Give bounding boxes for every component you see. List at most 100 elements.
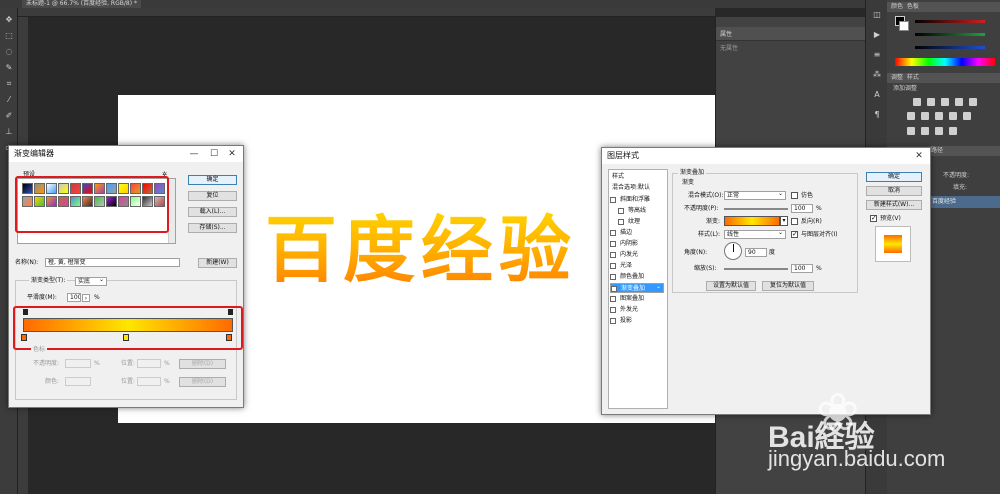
smoothness-arrow-icon[interactable]: › <box>82 294 90 302</box>
adjustments-panel-tabs[interactable]: 调整 样式 <box>887 73 1000 83</box>
save-button[interactable]: 存储(S)... <box>188 223 237 233</box>
paragraph-icon[interactable]: ¶ <box>871 110 883 120</box>
style-list-item[interactable]: 纹理 <box>610 217 664 227</box>
style-checkbox[interactable] <box>610 296 616 302</box>
style-checkbox[interactable] <box>610 263 616 269</box>
load-button[interactable]: 载入(L)... <box>188 207 237 217</box>
gradient-style-select[interactable]: 线性 <box>724 229 786 239</box>
style-checkbox[interactable] <box>610 274 616 280</box>
photo-filter-icon[interactable] <box>949 112 957 120</box>
layer-style-ok-button[interactable]: 确定 <box>866 172 922 182</box>
brush-tool-icon[interactable]: ✐ <box>4 112 14 120</box>
dither-checkbox[interactable] <box>791 192 798 199</box>
color-panel-tabs[interactable]: 颜色 色板 <box>887 2 1000 12</box>
style-checkbox[interactable] <box>618 219 624 225</box>
preset-scrollbar[interactable] <box>168 179 175 243</box>
minimize-icon[interactable]: — <box>187 146 201 162</box>
style-list-item[interactable]: 光泽 <box>610 261 664 271</box>
brush-settings-icon[interactable]: ⁂ <box>871 70 883 80</box>
style-list-item[interactable]: 颜色叠加 <box>610 272 664 282</box>
curves-icon[interactable] <box>941 98 949 106</box>
style-list-item[interactable]: 斜面和浮雕 <box>610 195 664 205</box>
color-balance-icon[interactable] <box>921 112 929 120</box>
style-list-item[interactable]: 渐变叠加 <box>610 282 664 293</box>
style-list-item[interactable]: 内发光 <box>610 250 664 260</box>
properties-icon[interactable]: ≡ <box>871 50 883 60</box>
gradient-type-select[interactable]: 实底 <box>75 276 107 286</box>
black-white-icon[interactable] <box>935 112 943 120</box>
brightness-icon[interactable] <box>913 98 921 106</box>
style-checkbox[interactable] <box>611 286 617 292</box>
posterize-icon[interactable] <box>921 127 929 135</box>
red-slider[interactable] <box>915 20 985 23</box>
angle-field[interactable]: 90 <box>745 248 767 257</box>
document-tab[interactable]: 未标题-1 @ 66.7% (百度经验, RGB/8) * <box>22 0 141 8</box>
scale-slider[interactable] <box>724 268 788 270</box>
background-color-chip[interactable] <box>899 21 909 31</box>
crop-tool-icon[interactable]: ⌗ <box>4 80 14 88</box>
layer-style-titlebar[interactable]: 图层样式 ✕ <box>602 148 930 164</box>
properties-title[interactable]: 属性 <box>720 29 732 38</box>
close-icon[interactable]: ✕ <box>912 148 926 164</box>
actions-icon[interactable]: ▶ <box>871 30 883 40</box>
new-gradient-button[interactable]: 新建(W) <box>198 258 237 268</box>
preview-checkbox[interactable] <box>870 214 877 222</box>
style-checkbox[interactable] <box>610 197 616 203</box>
smoothness-field[interactable]: 100 <box>67 293 81 302</box>
tab-styles[interactable]: 样式 <box>907 74 919 81</box>
opacity-field[interactable]: 100 <box>791 204 813 213</box>
maximize-icon[interactable]: ☐ <box>207 146 221 162</box>
gradient-dropdown-icon[interactable]: ▾ <box>780 216 788 226</box>
lasso-tool-icon[interactable]: ◌ <box>4 48 14 56</box>
character-icon[interactable]: A <box>871 90 883 100</box>
levels-icon[interactable] <box>927 98 935 106</box>
hue-sat-icon[interactable] <box>907 112 915 120</box>
close-icon[interactable]: ✕ <box>225 146 239 162</box>
style-checkbox[interactable] <box>618 208 624 214</box>
style-checkbox[interactable] <box>610 307 616 313</box>
angle-dial[interactable] <box>724 242 742 260</box>
reset-default-button[interactable]: 复位为默认值 <box>762 281 814 291</box>
vibrance-icon[interactable] <box>969 98 977 106</box>
gradient-picker[interactable] <box>724 216 780 226</box>
reset-button[interactable]: 复位 <box>188 191 237 201</box>
blend-mode-select[interactable]: 正常 <box>724 190 786 200</box>
layer-style-cancel-button[interactable]: 取消 <box>866 186 922 196</box>
opacity-slider[interactable] <box>724 208 788 210</box>
style-checkbox[interactable] <box>610 252 616 258</box>
style-checkbox[interactable] <box>610 318 616 324</box>
style-list-item[interactable]: 投影 <box>610 316 664 326</box>
quick-select-tool-icon[interactable]: ✎ <box>4 64 14 72</box>
scale-field[interactable]: 100 <box>791 264 813 273</box>
color-ramp[interactable] <box>895 58 995 66</box>
style-list-item[interactable]: 外发光 <box>610 305 664 315</box>
gradient-map-icon[interactable] <box>949 127 957 135</box>
style-list-item[interactable]: 等高线 <box>610 206 664 216</box>
style-checkbox[interactable] <box>610 230 616 236</box>
style-list-item[interactable]: 图案叠加 <box>610 294 664 304</box>
gradient-editor-titlebar[interactable]: 渐变编辑器 — ☐ ✕ <box>9 146 243 162</box>
tab-adjustments[interactable]: 调整 <box>891 74 903 81</box>
styles-header[interactable]: 样式 <box>612 173 624 181</box>
blue-slider[interactable] <box>915 46 985 49</box>
tab-swatches[interactable]: 色板 <box>907 3 919 10</box>
style-checkbox[interactable] <box>610 241 616 247</box>
eyedropper-tool-icon[interactable]: ⁄ <box>4 96 14 104</box>
ok-button[interactable]: 确定 <box>188 175 237 185</box>
tab-paths[interactable]: 路径 <box>931 147 943 154</box>
green-slider[interactable] <box>915 33 985 36</box>
channel-mixer-icon[interactable] <box>963 112 971 120</box>
new-style-button[interactable]: 新建样式(W)... <box>866 200 922 210</box>
reverse-checkbox[interactable] <box>791 218 798 225</box>
align-with-layer-checkbox[interactable] <box>791 230 798 238</box>
stamp-tool-icon[interactable]: ⊥ <box>4 128 14 136</box>
style-list-item[interactable]: 内阴影 <box>610 239 664 249</box>
style-list-item[interactable]: 描边 <box>610 228 664 238</box>
marquee-tool-icon[interactable]: ⬚ <box>4 32 14 40</box>
history-icon[interactable]: ◫ <box>871 10 883 20</box>
canvas-text-layer[interactable]: 百度经验 <box>265 205 577 295</box>
invert-icon[interactable] <box>907 127 915 135</box>
gradient-name-field[interactable]: 橙, 黄, 橙渐变 <box>45 258 180 267</box>
layer-row-selected[interactable]: 百度经验 <box>928 196 1000 208</box>
tab-color[interactable]: 颜色 <box>891 3 903 10</box>
